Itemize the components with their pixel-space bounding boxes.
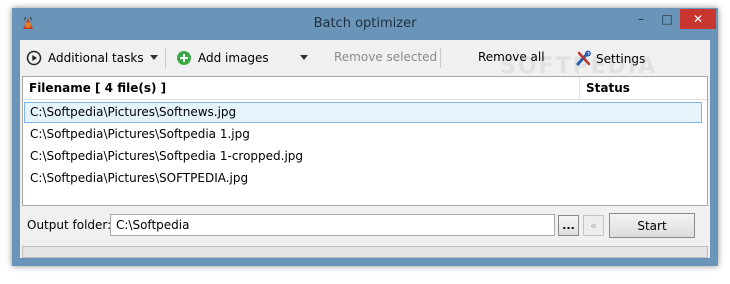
additional-tasks-label: Additional tasks	[48, 51, 144, 65]
toolbar-separator	[165, 48, 166, 68]
back-button[interactable]: «	[583, 215, 604, 236]
close-button[interactable]: ✕	[680, 9, 716, 29]
start-button[interactable]: Start	[609, 213, 695, 238]
list-header: Filename [ 4 file(s) ] Status	[23, 77, 707, 100]
toolbar: Additional tasks Add images Remove selec…	[20, 40, 710, 76]
add-images-dropdown-arrow[interactable]	[300, 55, 308, 60]
settings-button[interactable]: Settings	[575, 50, 645, 67]
list-item-filename: C:\Softpedia\Pictures\Softnews.jpg	[30, 105, 237, 119]
column-header-filename[interactable]: Filename [ 4 file(s) ]	[29, 81, 166, 95]
add-images-button[interactable]: Add images	[176, 50, 269, 66]
output-folder-input[interactable]	[110, 214, 555, 236]
list-item[interactable]: C:\Softpedia\Pictures\Softnews.jpg	[24, 102, 702, 123]
window-title: Batch optimizer	[313, 16, 417, 31]
column-divider[interactable]	[579, 77, 580, 99]
list-item[interactable]: C:\Softpedia\Pictures\SOFTPEDIA.jpg	[24, 168, 702, 189]
play-circle-icon	[26, 50, 42, 66]
toolbar-separator	[440, 48, 441, 68]
browse-button[interactable]: ...	[558, 215, 579, 236]
tools-icon	[576, 50, 591, 66]
list-item[interactable]: C:\Softpedia\Pictures\Softpedia 1-croppe…	[24, 146, 702, 167]
list-item[interactable]: C:\Softpedia\Pictures\Softpedia 1.jpg	[24, 124, 702, 145]
additional-tasks-button[interactable]: Additional tasks	[26, 50, 144, 66]
column-header-status[interactable]: Status	[586, 81, 630, 95]
remove-selected-label: Remove selected	[334, 50, 438, 64]
remove-all-button[interactable]: Remove all	[478, 50, 545, 64]
title-bar[interactable]: Batch optimizer – □ ✕	[12, 8, 718, 40]
client-area: Additional tasks Add images Remove selec…	[20, 40, 710, 258]
app-window: Batch optimizer – □ ✕ Additional tasks A…	[12, 8, 718, 266]
file-list[interactable]: Filename [ 4 file(s) ] Status C:\Softped…	[22, 76, 708, 206]
remove-all-label: Remove all	[478, 50, 545, 64]
settings-label: Settings	[596, 51, 646, 66]
list-item-filename: C:\Softpedia\Pictures\SOFTPEDIA.jpg	[30, 171, 249, 185]
list-item-filename: C:\Softpedia\Pictures\Softpedia 1.jpg	[30, 127, 250, 141]
remove-selected-button[interactable]: Remove selected	[334, 50, 437, 64]
maximize-button[interactable]: □	[654, 9, 680, 29]
add-images-label: Add images	[198, 51, 269, 65]
output-folder-label: Output folder:	[27, 218, 112, 232]
progress-bar	[22, 246, 708, 258]
minimize-button[interactable]: –	[628, 9, 654, 29]
list-item-filename: C:\Softpedia\Pictures\Softpedia 1-croppe…	[30, 149, 304, 163]
plus-circle-icon	[177, 51, 191, 65]
additional-tasks-dropdown-arrow[interactable]	[150, 55, 158, 60]
